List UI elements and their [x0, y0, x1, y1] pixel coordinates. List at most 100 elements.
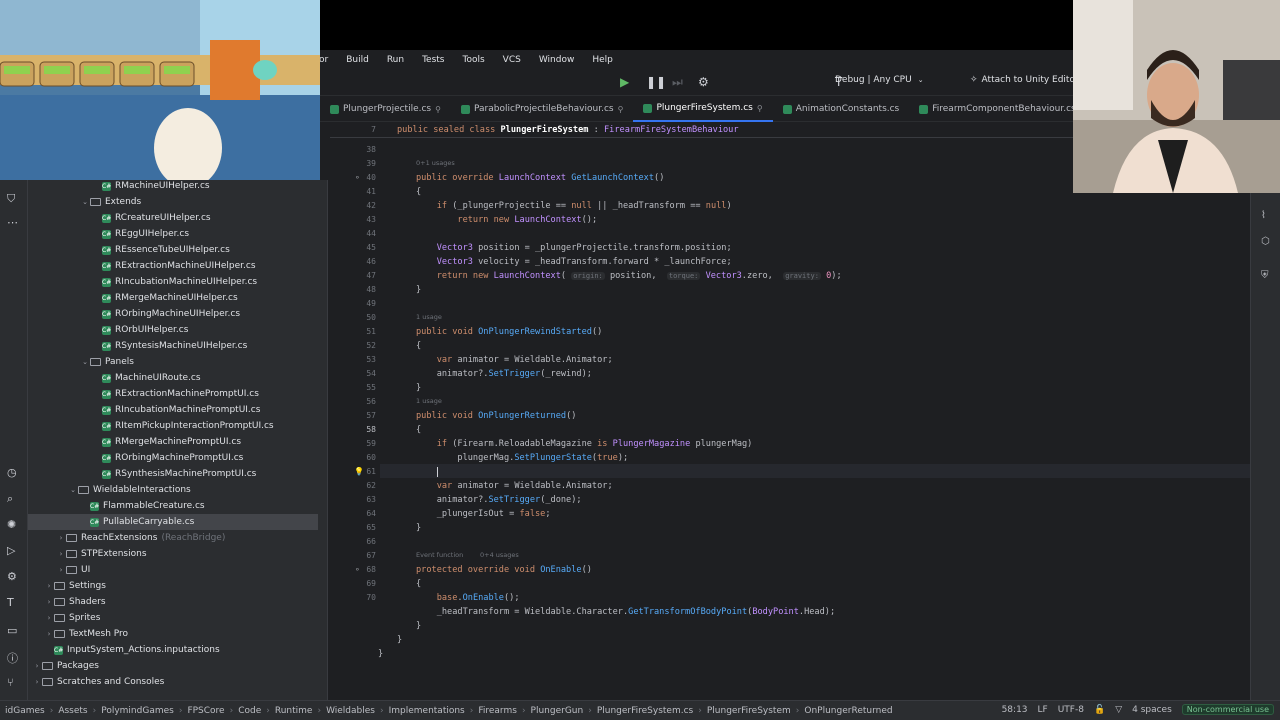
play-icon[interactable]: ▶ — [620, 75, 629, 89]
filter-icon[interactable]: ▽ — [1115, 705, 1122, 715]
chevron-right-icon[interactable]: › — [44, 630, 54, 638]
breadcrumb-item[interactable]: Runtime — [270, 706, 318, 716]
breadcrumb-item[interactable]: Assets — [53, 706, 92, 716]
event-function-hint[interactable]: Event function — [416, 551, 463, 559]
readonly-icon[interactable]: 🔓 — [1094, 705, 1105, 715]
ai-icon[interactable]: ⌇ — [1261, 210, 1266, 221]
line-number[interactable]: 56 — [330, 397, 376, 406]
debug-icon[interactable]: ⚙ — [698, 75, 709, 89]
breadcrumb-item[interactable]: PlungerFireSystem.cs — [592, 706, 698, 716]
tree-folder[interactable]: › Shaders — [28, 594, 318, 610]
chevron-right-icon[interactable]: › — [56, 534, 66, 542]
tree-folder[interactable]: ⌄ WieldableInteractions — [28, 482, 318, 498]
line-number[interactable]: 49 — [330, 299, 376, 308]
history-icon[interactable]: ◷ — [7, 466, 17, 479]
tree-folder[interactable]: › UI — [28, 562, 318, 578]
tree-file[interactable]: C# REssenceTubeUIHelper.cs — [28, 242, 318, 258]
chevron-right-icon[interactable]: › — [44, 598, 54, 606]
chevron-right-icon[interactable]: › — [32, 678, 42, 686]
lightbulb-icon[interactable]: 💡 — [354, 467, 364, 476]
breadcrumb-item[interactable]: Implementations — [384, 706, 470, 716]
line-number[interactable]: 67 — [330, 551, 376, 560]
breadcrumb-item[interactable]: Code — [233, 706, 266, 716]
line-number[interactable]: 44 — [330, 229, 376, 238]
tree-file[interactable]: C# RIncubationMachinePromptUI.cs — [28, 402, 318, 418]
tree-file[interactable]: C# RMergeMachineUIHelper.cs — [28, 290, 318, 306]
usage-hint[interactable]: 0+4 usages — [480, 551, 519, 559]
tab-plunger-fire-system[interactable]: PlungerFireSystem.cs ⚲ — [633, 96, 773, 122]
tree-file[interactable]: C# FlammableCreature.cs — [28, 498, 318, 514]
tree-folder[interactable]: › Sprites — [28, 610, 318, 626]
chevron-down-icon[interactable]: ⌄ — [68, 486, 78, 494]
run-config-selector[interactable]: Debug | Any CPU ⌄ — [835, 75, 924, 85]
tree-file[interactable]: C# RSynthesisMachinePromptUI.cs — [28, 466, 318, 482]
build-icon[interactable]: T — [7, 596, 14, 609]
database-icon[interactable]: ⬡ — [1261, 236, 1270, 247]
breadcrumb-item[interactable]: PolymindGames — [96, 706, 179, 716]
tree-file[interactable]: C# PullableCarryable.cs — [28, 514, 318, 530]
more-icon[interactable]: ⋯ — [7, 216, 18, 229]
run-icon[interactable]: ▷ — [7, 544, 15, 557]
line-number[interactable]: 45 — [330, 243, 376, 252]
tree-folder[interactable]: › Settings — [28, 578, 318, 594]
problems-icon[interactable]: ⓘ — [7, 650, 18, 666]
menu-help[interactable]: Help — [583, 55, 622, 65]
line-number[interactable]: 42 — [330, 201, 376, 210]
tree-file[interactable]: C# RExtractionMachineUIHelper.cs — [28, 258, 318, 274]
menu-run[interactable]: Run — [378, 55, 413, 65]
shield-icon[interactable]: ⛨ — [1261, 270, 1269, 281]
line-number[interactable]: 51 — [330, 327, 376, 336]
breadcrumb-item[interactable]: OnPlungerReturned — [799, 706, 897, 716]
tree-file[interactable]: C# RItemPickupInteractionPromptUI.cs — [28, 418, 318, 434]
line-number[interactable]: 59 — [330, 439, 376, 448]
menu-window[interactable]: Window — [530, 55, 584, 65]
line-number[interactable]: 46 — [330, 257, 376, 266]
chevron-right-icon[interactable]: › — [32, 662, 42, 670]
breadcrumb-item[interactable]: Wieldables — [321, 706, 380, 716]
line-number[interactable]: 65 — [330, 523, 376, 532]
pin-icon[interactable]: ⚲ — [618, 105, 624, 114]
line-number[interactable]: 39 — [330, 159, 376, 168]
line-number[interactable]: 47 — [330, 271, 376, 280]
chevron-right-icon[interactable]: › — [56, 566, 66, 574]
code-editor[interactable]: 7 public sealed class PlungerFireSystem … — [330, 122, 1250, 700]
chevron-right-icon[interactable]: › — [44, 582, 54, 590]
line-number[interactable]: 58 — [330, 425, 376, 434]
breadcrumb-item[interactable]: Firearms — [473, 706, 522, 716]
tree-file[interactable]: C# RIncubationMachineUIHelper.cs — [28, 274, 318, 290]
tree-folder[interactable]: ⌄ Extends — [28, 194, 318, 210]
tree-file[interactable]: C# RMergeMachinePromptUI.cs — [28, 434, 318, 450]
tree-file[interactable]: C# ROrbUIHelper.cs — [28, 322, 318, 338]
line-number[interactable]: 60 — [330, 453, 376, 462]
line-number[interactable]: 66 — [330, 537, 376, 546]
tree-folder[interactable]: › TextMesh Pro — [28, 626, 318, 642]
breadcrumb-item[interactable]: PlungerFireSystem — [702, 706, 796, 716]
tab-animation-constants[interactable]: AnimationConstants.cs — [773, 96, 910, 122]
pin-icon[interactable]: ⚲ — [435, 105, 441, 114]
chevron-right-icon[interactable]: › — [56, 550, 66, 558]
line-ending[interactable]: LF — [1038, 705, 1048, 715]
line-number[interactable]: 48 — [330, 285, 376, 294]
tree-file[interactable]: C# REggUIHelper.cs — [28, 226, 318, 242]
pin-icon[interactable]: ⚲ — [757, 104, 763, 113]
line-number[interactable]: 69 — [330, 579, 376, 588]
tree-folder[interactable]: ⌄ Panels — [28, 354, 318, 370]
pause-icon[interactable]: ❚❚ — [646, 75, 666, 89]
debug-icon[interactable]: ⚙ — [7, 570, 17, 583]
attach-unity-button[interactable]: ✧ Attach to Unity Editor — [970, 75, 1079, 85]
line-number[interactable]: 62 — [330, 481, 376, 490]
chevron-down-icon[interactable]: ⌄ — [80, 358, 90, 366]
line-number[interactable]: 54 — [330, 369, 376, 378]
tree-file[interactable]: C# ROrbingMachinePromptUI.cs — [28, 450, 318, 466]
line-number[interactable]: 68 — [330, 565, 376, 574]
line-number[interactable]: 41 — [330, 187, 376, 196]
line-number[interactable]: 50 — [330, 313, 376, 322]
tab-parabolic-projectile[interactable]: ParabolicProjectileBehaviour.cs ⚲ — [451, 96, 633, 122]
chevron-down-icon[interactable]: ⌄ — [80, 198, 90, 206]
usage-hint[interactable]: 0+1 usages — [416, 159, 455, 167]
tree-file[interactable]: C# ROrbingMachineUIHelper.cs — [28, 306, 318, 322]
line-number[interactable]: 53 — [330, 355, 376, 364]
encoding[interactable]: UTF-8 — [1058, 705, 1084, 715]
breadcrumb-item[interactable]: FPSCore — [182, 706, 229, 716]
usage-hint[interactable]: 1 usage — [416, 397, 442, 405]
